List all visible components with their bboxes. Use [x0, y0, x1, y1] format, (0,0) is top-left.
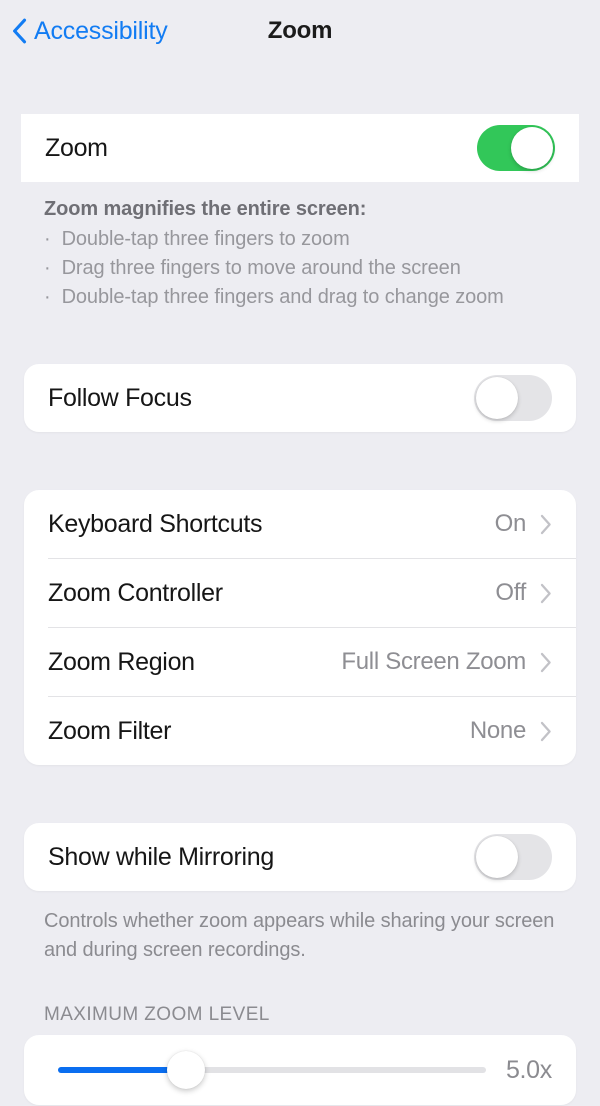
- zoom-footer-bullets: · Double-tap three fingers to zoom · Drag t…: [44, 225, 556, 312]
- chevron-right-icon: [540, 652, 552, 673]
- show-while-mirroring-toggle-knob: [476, 836, 518, 879]
- row-label: Zoom Region: [48, 647, 195, 676]
- list-item-label: Double-tap three fingers to zoom: [61, 228, 350, 251]
- zoom-row-highlight: Zoom: [21, 114, 579, 182]
- chevron-left-icon: [12, 18, 27, 44]
- max-zoom-value: 5.0x: [505, 1055, 552, 1084]
- chevron-right-icon: [540, 583, 552, 604]
- table-row[interactable]: Keyboard Shortcuts On: [24, 490, 576, 558]
- list-item: · Double-tap three fingers and drag to ch…: [44, 283, 556, 312]
- zoom-toggle-knob: [511, 127, 553, 169]
- row-label: Zoom Filter: [48, 716, 172, 745]
- zoom-footer-heading: Zoom magnifies the entire screen:: [44, 198, 367, 220]
- list-item-label: Double-tap three fingers and drag to cha…: [61, 286, 504, 309]
- max-zoom-slider-row: 5.0x: [24, 1035, 576, 1105]
- table-row[interactable]: Zoom Controller Off: [24, 559, 576, 627]
- follow-focus-card: Follow Focus: [24, 364, 576, 433]
- row-value: Off: [495, 579, 526, 607]
- zoom-toggle-row[interactable]: Zoom: [21, 114, 579, 182]
- table-row[interactable]: Zoom Region Full Screen Zoom: [24, 628, 576, 696]
- row-value: None: [469, 717, 526, 745]
- row-label: Keyboard Shortcuts: [48, 509, 263, 538]
- show-while-mirroring-row[interactable]: Show while Mirroring: [24, 823, 576, 891]
- zoom-options-card: Keyboard Shortcuts On Zoom Controller Off Zo…: [24, 490, 576, 766]
- zoom-card: Zoom: [21, 114, 579, 182]
- mirroring-footer-text: Controls whether zoom appears while shar…: [44, 910, 555, 961]
- row-value: On: [494, 510, 527, 538]
- row-label: Zoom Controller: [48, 578, 223, 607]
- show-while-mirroring-label: Show while Mirroring: [48, 842, 275, 871]
- bullet-icon: ·: [44, 228, 51, 251]
- zoom-row-label: Zoom: [45, 133, 108, 162]
- bullet-icon: ·: [44, 257, 51, 280]
- mirroring-card: Show while Mirroring: [24, 823, 576, 892]
- follow-focus-toggle-switch[interactable]: [474, 375, 552, 422]
- max-zoom-section-header: MAXIMUM ZOOM LEVEL: [44, 1004, 270, 1026]
- row-value: Full Screen Zoom: [341, 648, 526, 676]
- zoom-toggle-switch[interactable]: [477, 125, 555, 171]
- list-item-label: Drag three fingers to move around the sc…: [61, 257, 461, 280]
- follow-focus-toggle-knob: [476, 377, 518, 420]
- chevron-right-icon: [540, 514, 552, 535]
- navigation-bar: Accessibility Zoom: [0, 0, 600, 62]
- slider-thumb[interactable]: [167, 1051, 206, 1090]
- table-row[interactable]: Zoom Filter None: [24, 697, 576, 765]
- list-item: · Double-tap three fingers to zoom: [44, 225, 556, 254]
- max-zoom-card: 5.0x: [24, 1035, 576, 1106]
- list-item: · Drag three fingers to move around the s…: [44, 254, 556, 283]
- follow-focus-label: Follow Focus: [48, 383, 192, 412]
- show-while-mirroring-toggle-switch[interactable]: [474, 834, 552, 881]
- follow-focus-row[interactable]: Follow Focus: [24, 364, 576, 432]
- back-label: Accessibility: [34, 16, 168, 45]
- back-button[interactable]: Accessibility: [12, 17, 168, 46]
- max-zoom-slider[interactable]: [48, 1047, 486, 1093]
- bullet-icon: ·: [44, 286, 51, 309]
- chevron-right-icon: [540, 721, 552, 742]
